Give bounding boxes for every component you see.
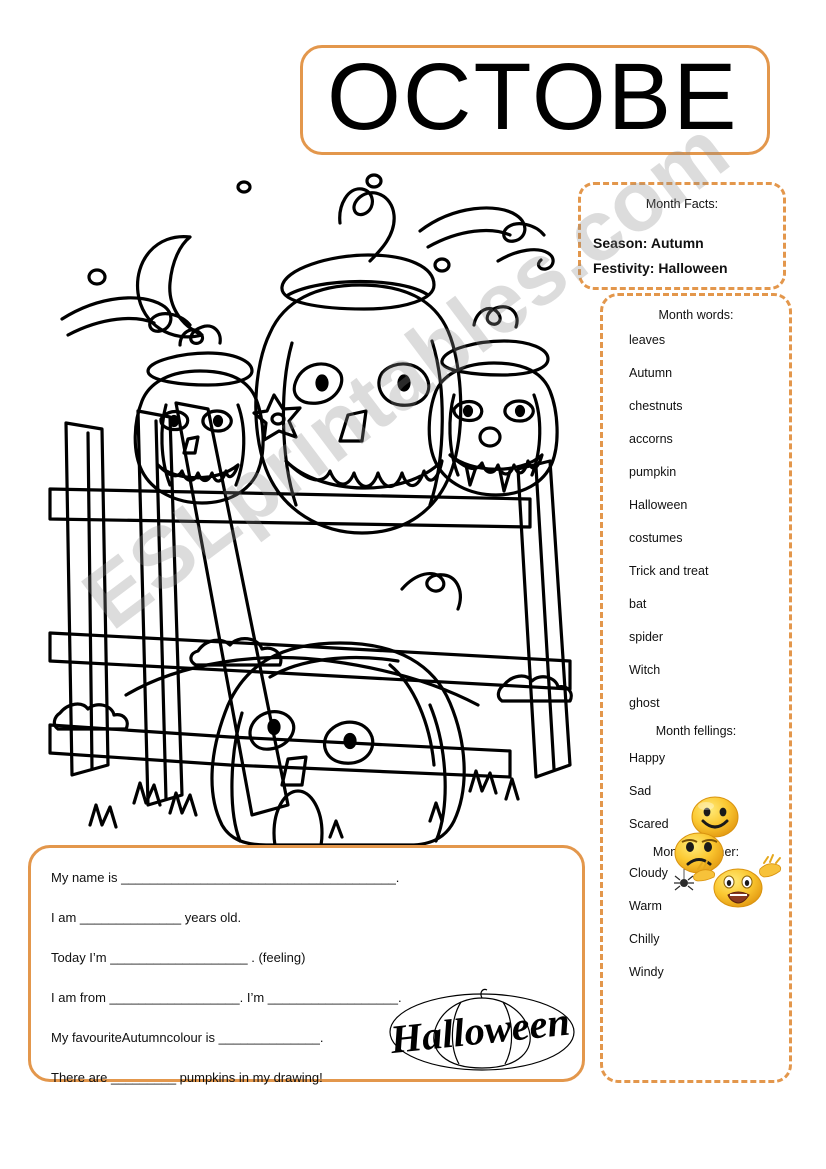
- list-item: Autumn: [629, 366, 673, 380]
- form-line-pumpkins[interactable]: There are _________ pumpkins in my drawi…: [51, 1070, 323, 1085]
- list-item: chestnuts: [629, 399, 683, 413]
- list-item: Warm: [629, 899, 662, 913]
- list-item: Halloween: [629, 498, 688, 512]
- list-item: Witch: [629, 663, 661, 677]
- list-item: spider: [629, 630, 664, 644]
- list-item: leaves: [629, 333, 666, 347]
- list-item: Sad: [629, 784, 652, 798]
- halloween-logo-text: Halloween: [387, 999, 572, 1063]
- month-words-heading: Month words:: [658, 308, 734, 322]
- halloween-illustration: [30, 165, 590, 845]
- form-line-age[interactable]: I am ______________ years old.: [51, 910, 241, 925]
- month-title-box: OCTOBE: [300, 45, 770, 155]
- page-title: OCTOBE: [327, 45, 739, 150]
- list-item: Cloudy: [629, 866, 668, 880]
- list-item: Chilly: [629, 932, 660, 946]
- form-line-name[interactable]: My name is _____________________________…: [51, 870, 399, 885]
- list-item: Scared: [629, 817, 669, 831]
- list-item: ghost: [629, 696, 660, 710]
- month-weather-heading: Month weather:: [652, 845, 740, 859]
- month-facts-panel: Month Facts: Season: Autumn Festivity: H…: [578, 182, 786, 290]
- list-item: Windy: [629, 965, 664, 979]
- festivity-fact: Festivity: Halloween: [593, 260, 728, 276]
- month-facts-heading: Month Facts:: [645, 197, 719, 211]
- list-item: bat: [629, 597, 647, 611]
- list-item: Trick and treat: [629, 564, 709, 578]
- student-info-form: My name is _____________________________…: [28, 845, 585, 1085]
- list-item: Happy: [629, 751, 666, 765]
- list-item: accorns: [629, 432, 673, 446]
- form-line-from[interactable]: I am from __________________. I’m ______…: [51, 990, 402, 1005]
- month-feelings-heading: Month fellings:: [655, 724, 737, 738]
- season-fact: Season: Autumn: [593, 235, 704, 251]
- month-words-panel: Month words: leaves Autumn chestnuts acc…: [600, 293, 792, 1083]
- halloween-logo: Halloween: [379, 988, 584, 1073]
- list-item: pumpkin: [629, 465, 677, 479]
- form-line-feeling[interactable]: Today I’m ___________________ . (feeling…: [51, 950, 305, 965]
- form-line-colour[interactable]: My favouriteAutumncolour is ____________…: [51, 1030, 323, 1045]
- list-item: costumes: [629, 531, 683, 545]
